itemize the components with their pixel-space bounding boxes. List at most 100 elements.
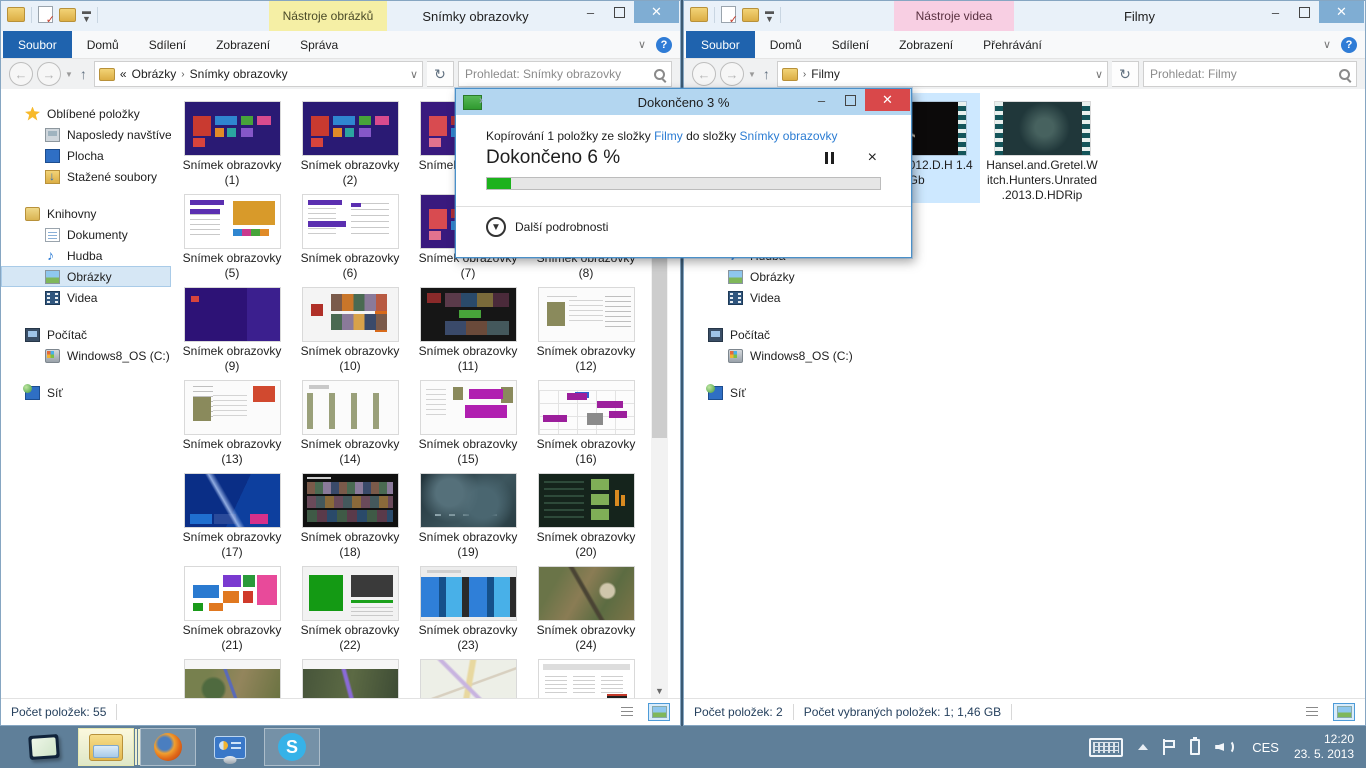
up-button[interactable]: ↑ (763, 66, 770, 82)
nav-item[interactable]: Dokumenty (1, 224, 171, 245)
titlebar[interactable]: ▬▼ Nástroje obrázků Snímky obrazovky – ✕ (1, 1, 680, 31)
file-item[interactable]: Snímek obrazovky (14) (291, 372, 409, 465)
file-item[interactable]: Snímek obrazovky (26) (291, 651, 409, 699)
forward-button[interactable]: → (37, 62, 61, 86)
up-button[interactable]: ↑ (80, 66, 87, 82)
breadcrumb-segment[interactable]: Snímky obrazovky (190, 67, 288, 81)
titlebar[interactable]: ▬▼ Nástroje videa Filmy – ✕ (684, 1, 1365, 31)
properties-icon[interactable] (721, 6, 736, 23)
nav-item[interactable]: Obrázky (684, 266, 854, 287)
nav-item[interactable]: Windows8_OS (C:) (1, 345, 171, 366)
nav-group-header[interactable]: Síť (684, 382, 854, 403)
file-item[interactable]: Snímek obrazovky (10) (291, 279, 409, 372)
file-item[interactable]: Snímek obrazovky (22) (291, 558, 409, 651)
forward-button[interactable]: → (720, 62, 744, 86)
nav-item[interactable]: Stažené soubory (1, 166, 171, 187)
ribbon-tab[interactable]: Přehrávání (968, 31, 1057, 58)
more-details-toggle[interactable]: ▼ Další podrobnosti (486, 207, 881, 237)
nav-item[interactable]: Obrázky (1, 266, 171, 287)
volume-icon[interactable] (1215, 739, 1237, 755)
file-item[interactable]: Snímek obrazovky (24) (527, 558, 645, 651)
taskbar-button[interactable]: S (264, 728, 320, 766)
new-folder-icon[interactable] (742, 8, 759, 22)
touch-keyboard-icon[interactable] (1089, 738, 1123, 757)
qat-dropdown-icon[interactable]: ▬▼ (82, 7, 91, 23)
nav-group-header[interactable]: Knihovny (1, 203, 171, 224)
thumbnail-view-button[interactable] (648, 703, 670, 721)
ribbon-tab[interactable]: Sdílení (817, 31, 884, 58)
breadcrumb[interactable]: › Filmy ∨ (777, 61, 1108, 87)
search-input[interactable]: Prohledat: Filmy (1143, 61, 1357, 87)
maximize-button[interactable] (836, 89, 865, 111)
back-button[interactable]: ← (9, 62, 33, 86)
address-dropdown-icon[interactable]: ∨ (1095, 68, 1103, 81)
ribbon-collapse-icon[interactable]: ∨ (1323, 38, 1331, 51)
nav-item[interactable]: Plocha (1, 145, 171, 166)
nav-item[interactable]: Naposledy navštívené (1, 124, 171, 145)
scroll-down-icon[interactable]: ▼ (651, 682, 668, 699)
new-folder-icon[interactable] (59, 8, 76, 22)
history-dropdown-icon[interactable]: ▼ (748, 70, 756, 79)
minimize-button[interactable]: – (807, 89, 836, 111)
nav-group-header[interactable]: Počítač (684, 324, 854, 345)
file-item[interactable]: Snímek obrazovky (23) (409, 558, 527, 651)
qat-dropdown-icon[interactable]: ▬▼ (765, 7, 774, 23)
help-icon[interactable]: ? (656, 37, 672, 53)
search-input[interactable]: Prohledat: Snímky obrazovky (458, 61, 672, 87)
details-view-button[interactable] (616, 703, 638, 721)
nav-group-header[interactable]: Síť (1, 382, 171, 403)
taskbar-button[interactable] (16, 728, 72, 766)
nav-item[interactable]: Hudba (1, 245, 171, 266)
nav-item[interactable]: Videa (1, 287, 171, 308)
show-hidden-icons-icon[interactable] (1138, 744, 1148, 750)
file-item[interactable]: Snímek obrazovky (27) (409, 651, 527, 699)
file-item[interactable]: Snímek obrazovky (1) (173, 93, 291, 186)
file-item[interactable]: Snímek obrazovky (15) (409, 372, 527, 465)
file-item[interactable]: Snímek obrazovky (28) (527, 651, 645, 699)
ribbon-collapse-icon[interactable]: ∨ (638, 38, 646, 51)
close-button[interactable]: ✕ (1319, 1, 1364, 23)
ribbon-tab[interactable]: Soubor (686, 31, 755, 58)
ribbon-tab[interactable]: Zobrazení (884, 31, 968, 58)
file-item[interactable]: Snímek obrazovky (20) (527, 465, 645, 558)
breadcrumb-segment[interactable]: Obrázky (132, 67, 177, 81)
breadcrumb-segment[interactable]: Filmy (811, 67, 840, 81)
file-item[interactable]: Snímek obrazovky (9) (173, 279, 291, 372)
pause-icon[interactable] (825, 152, 834, 164)
nav-group-header[interactable]: Počítač (1, 324, 171, 345)
dialog-titlebar[interactable]: Dokončeno 3 % – ✕ (456, 89, 911, 115)
close-button[interactable]: ✕ (865, 89, 910, 111)
refresh-button[interactable]: ↻ (1112, 61, 1139, 87)
breadcrumb-prefix[interactable]: « (120, 67, 127, 81)
action-center-flag-icon[interactable] (1163, 739, 1175, 755)
refresh-button[interactable]: ↻ (427, 61, 454, 87)
details-view-button[interactable] (1301, 703, 1323, 721)
ribbon-tab[interactable]: Zobrazení (201, 31, 285, 58)
address-dropdown-icon[interactable]: ∨ (410, 68, 418, 81)
cancel-icon[interactable]: × (868, 149, 877, 167)
ribbon-tab[interactable]: Soubor (3, 31, 72, 58)
nav-item[interactable]: Videa (684, 287, 854, 308)
file-item[interactable]: Snímek obrazovky (13) (173, 372, 291, 465)
properties-icon[interactable] (38, 6, 53, 23)
back-button[interactable]: ← (692, 62, 716, 86)
minimize-button[interactable]: – (576, 1, 605, 23)
file-item[interactable]: Hansel.and.Gretel.Witch.Hunters.Unrated.… (980, 93, 1104, 203)
file-item[interactable]: Snímek obrazovky (18) (291, 465, 409, 558)
ribbon-tab[interactable]: Správa (285, 31, 353, 58)
history-dropdown-icon[interactable]: ▼ (65, 70, 73, 79)
close-button[interactable]: ✕ (634, 1, 679, 23)
minimize-button[interactable]: – (1261, 1, 1290, 23)
clock[interactable]: 12:20 23. 5. 2013 (1294, 732, 1354, 762)
maximize-button[interactable] (605, 1, 634, 23)
ribbon-tab[interactable]: Sdílení (134, 31, 201, 58)
file-item[interactable]: Snímek obrazovky (17) (173, 465, 291, 558)
file-item[interactable]: Snímek obrazovky (2) (291, 93, 409, 186)
file-item[interactable]: Snímek obrazovky (5) (173, 186, 291, 279)
file-item[interactable]: Snímek obrazovky (16) (527, 372, 645, 465)
file-item[interactable]: Snímek obrazovky (6) (291, 186, 409, 279)
taskbar-button[interactable] (78, 728, 134, 766)
breadcrumb[interactable]: « Obrázky › Snímky obrazovky ∨ (94, 61, 423, 87)
help-icon[interactable]: ? (1341, 37, 1357, 53)
file-item[interactable]: Snímek obrazovky (25) (173, 651, 291, 699)
